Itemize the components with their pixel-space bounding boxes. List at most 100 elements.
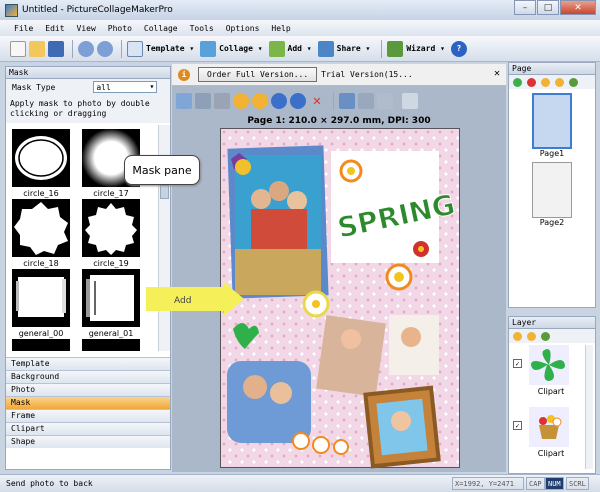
window-title: Untitled - PictureCollageMakerPro bbox=[22, 5, 173, 15]
mask-type-select[interactable]: all bbox=[93, 81, 158, 93]
move-up-page-icon[interactable] bbox=[541, 77, 550, 87]
collage-canvas[interactable]: SPRING bbox=[220, 128, 460, 469]
share-icon bbox=[317, 40, 334, 57]
layer-thumb-clover bbox=[529, 345, 569, 385]
menu-view[interactable]: View bbox=[77, 24, 96, 33]
category-photo[interactable]: Photo bbox=[6, 383, 170, 396]
mask-thumb-circle19[interactable]: circle_19 bbox=[78, 199, 144, 268]
close-order-icon[interactable]: ✕ bbox=[494, 68, 500, 79]
order-full-version-button[interactable]: Order Full Version... bbox=[198, 67, 318, 82]
refresh-page-icon[interactable] bbox=[569, 77, 578, 87]
crop-icon[interactable] bbox=[176, 93, 192, 109]
collage-art: SPRING bbox=[227, 145, 458, 469]
layer-item[interactable]: ✓ Clipart bbox=[509, 405, 595, 467]
template-icon bbox=[127, 40, 143, 57]
rotate-left-icon[interactable] bbox=[290, 93, 306, 109]
menu-collage[interactable]: Collage bbox=[144, 24, 178, 33]
num-indicator: NUM bbox=[545, 477, 564, 490]
page2-thumbnail[interactable] bbox=[532, 162, 572, 218]
mask-pane-callout: Mask pane bbox=[124, 155, 200, 185]
scrl-indicator: SCRL bbox=[566, 477, 589, 490]
layer-item[interactable]: ✓ Clipart bbox=[509, 343, 595, 405]
layer-scrollbar[interactable] bbox=[585, 345, 593, 469]
menu-tools[interactable]: Tools bbox=[190, 24, 214, 33]
template-button[interactable]: Template ▾ bbox=[127, 40, 194, 57]
mask-scroll-thumb[interactable] bbox=[160, 185, 169, 199]
page-panel: Page Page1 Page2 bbox=[508, 62, 596, 308]
share-button[interactable]: Share ▾ bbox=[317, 40, 370, 57]
mask-thumb-circle18[interactable]: circle_18 bbox=[8, 199, 74, 268]
bring-front-icon[interactable] bbox=[233, 93, 249, 109]
menu-bar: File Edit View Photo Collage Tools Optio… bbox=[0, 20, 600, 36]
send-back-icon[interactable] bbox=[252, 93, 268, 109]
edit-toolbar: ✕ bbox=[172, 90, 506, 112]
shadow-tool-icon[interactable] bbox=[214, 93, 230, 109]
mask-thumb-general00[interactable]: general_00 bbox=[8, 269, 74, 338]
order-bar: i Order Full Version... Trial Version(15… bbox=[172, 64, 506, 86]
frame-tool-icon[interactable] bbox=[195, 93, 211, 109]
caps-indicator: CAP bbox=[526, 477, 545, 490]
mask-thumb-circle16[interactable]: circle_16 bbox=[8, 129, 74, 198]
wizard-button[interactable]: Wizard ▾ bbox=[387, 40, 445, 57]
category-template[interactable]: Template bbox=[6, 357, 170, 370]
view-icon[interactable] bbox=[377, 93, 393, 109]
category-clipart[interactable]: Clipart bbox=[6, 422, 170, 435]
add-icon bbox=[268, 40, 285, 57]
category-frame[interactable]: Frame bbox=[6, 409, 170, 422]
mask-pane: Mask Mask Type all Apply mask to photo b… bbox=[5, 66, 171, 470]
delete-page-icon[interactable] bbox=[527, 77, 536, 87]
add-button[interactable]: Add ▾ bbox=[268, 40, 312, 57]
status-bar: Send photo to back X=1992, Y=2471 CAP NU… bbox=[0, 474, 600, 492]
help-icon[interactable]: ? bbox=[450, 40, 467, 57]
app-icon bbox=[5, 3, 18, 17]
status-text: Send photo to back bbox=[6, 479, 93, 488]
new-file-icon[interactable] bbox=[10, 40, 26, 57]
category-background[interactable]: Background bbox=[6, 370, 170, 383]
add-page-icon[interactable] bbox=[513, 77, 522, 87]
menu-photo[interactable]: Photo bbox=[108, 24, 132, 33]
wizard-icon bbox=[387, 40, 404, 57]
title-bar: Untitled - PictureCollageMakerPro – □ ✕ bbox=[0, 0, 600, 20]
category-shape[interactable]: Shape bbox=[6, 435, 170, 448]
layer-up-icon[interactable] bbox=[513, 331, 522, 341]
layer-visibility-checkbox[interactable]: ✓ bbox=[513, 359, 522, 368]
align-icon[interactable] bbox=[339, 93, 355, 109]
page1-label: Page1 bbox=[539, 149, 565, 158]
info-icon: i bbox=[178, 68, 190, 81]
layer-panel: Layer ✓ Clipart ✓ Clipart bbox=[508, 316, 596, 474]
menu-file[interactable]: File bbox=[14, 24, 33, 33]
layer-down-icon[interactable] bbox=[527, 331, 536, 341]
minimize-button[interactable]: – bbox=[514, 0, 536, 15]
move-down-page-icon[interactable] bbox=[555, 77, 564, 87]
menu-options[interactable]: Options bbox=[226, 24, 260, 33]
rotate-right-icon[interactable] bbox=[271, 93, 287, 109]
layer-refresh-icon[interactable] bbox=[541, 331, 550, 341]
menu-edit[interactable]: Edit bbox=[45, 24, 64, 33]
page-info: Page 1: 210.0 × 297.0 mm, DPI: 300 bbox=[247, 116, 431, 126]
collage-button[interactable]: Collage ▾ bbox=[200, 40, 263, 57]
canvas-area: i Order Full Version... Trial Version(15… bbox=[172, 64, 506, 472]
layer-visibility-checkbox[interactable]: ✓ bbox=[513, 421, 522, 430]
main-toolbar: Template ▾ Collage ▾ Add ▾ Share ▾ Wizar… bbox=[0, 36, 600, 62]
page1-thumbnail[interactable] bbox=[532, 93, 572, 149]
close-button[interactable]: ✕ bbox=[560, 0, 596, 15]
collage-icon bbox=[200, 40, 217, 57]
close-edit-icon[interactable] bbox=[402, 93, 418, 109]
layer-thumb-basket bbox=[529, 407, 569, 447]
delete-icon[interactable]: ✕ bbox=[309, 93, 325, 109]
redo-icon[interactable] bbox=[97, 40, 113, 57]
maximize-button[interactable]: □ bbox=[537, 0, 559, 15]
coord-readout: X=1992, Y=2471 bbox=[452, 477, 524, 490]
size-icon[interactable] bbox=[358, 93, 374, 109]
open-folder-icon[interactable] bbox=[29, 40, 45, 57]
category-mask[interactable]: Mask bbox=[6, 396, 170, 409]
save-icon[interactable] bbox=[48, 40, 64, 57]
mask-instructions: Apply mask to photo by double clicking o… bbox=[6, 95, 170, 123]
mask-thumb-general01[interactable]: general_01 bbox=[78, 269, 144, 338]
undo-icon[interactable] bbox=[78, 40, 94, 57]
right-panels: Page Page1 Page2 Layer ✓ Clipart ✓ Clipa… bbox=[508, 62, 596, 474]
page2-label: Page2 bbox=[539, 218, 565, 227]
mask-pane-title: Mask bbox=[6, 67, 170, 79]
layer-panel-title: Layer bbox=[509, 317, 595, 329]
menu-help[interactable]: Help bbox=[271, 24, 290, 33]
